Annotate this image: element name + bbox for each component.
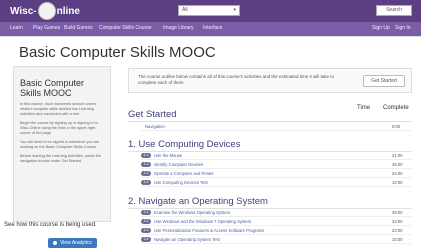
section-divider — [128, 121, 412, 122]
activity-link[interactable]: Identify Computer Devices — [154, 162, 203, 167]
sidebar-paragraph: Before starting the Learning Activities,… — [20, 154, 102, 163]
sidebar-paragraph: In this course, each numbered section co… — [20, 102, 97, 116]
course-intro-box: The course outline below contains all of… — [128, 68, 412, 93]
list-item[interactable]: Navigation 0:00 — [141, 123, 411, 131]
list-item[interactable]: 1.2 Identify Computer Devices 25:00 — [141, 161, 411, 169]
logo-text-right: nline — [56, 5, 80, 17]
activity-link[interactable]: Navigation — [145, 124, 165, 129]
time-column-header: Time — [357, 105, 371, 111]
sidebar-paragraph: Begin the course by signing up or signin… — [20, 121, 98, 135]
logo-badge-icon — [37, 2, 56, 20]
activity-link[interactable]: Operate a Computer and Printer — [154, 171, 214, 176]
section-title-navigate-operating-system: 2. Navigate an Operating System — [128, 196, 268, 207]
site-logo[interactable]: Wisc- nline — [10, 2, 80, 20]
view-analytics-label: View Analytics — [60, 240, 92, 246]
complete-column-header: Complete — [383, 105, 409, 111]
logo-text-left: Wisc- — [10, 5, 37, 17]
top-header: Wisc- nline All ▾ Search — [0, 0, 421, 22]
nav-learn[interactable]: Learn — [10, 25, 23, 31]
activity-number-badge: 1.1 — [141, 153, 151, 158]
activity-time: 10:00 — [392, 180, 403, 185]
activity-time: 22:00 — [392, 228, 403, 233]
list-item[interactable]: 1.1 Use the Mouse 21:00 — [141, 152, 411, 160]
activity-number-badge: 2.3 — [141, 228, 151, 233]
activity-time: 25:00 — [392, 162, 403, 167]
chevron-down-icon: ▾ — [233, 7, 236, 13]
section-title-get-started: Get Started — [128, 109, 177, 120]
intro-text: The course outline below contains all of… — [138, 74, 334, 85]
scope-select[interactable]: All ▾ — [178, 5, 240, 16]
sign-in-link[interactable]: Sign In — [395, 25, 411, 31]
analytics-icon — [53, 241, 58, 245]
activity-time: 26:00 — [392, 210, 403, 215]
list-item[interactable]: 1.4 Use Computing Devices Test 10:00 — [141, 179, 411, 187]
activity-number-badge: 2.4 — [141, 237, 151, 242]
activity-link[interactable]: Navigate an Operating System Test — [154, 237, 220, 242]
search-button[interactable]: Search — [376, 5, 412, 16]
activity-link[interactable]: Use Personalization Features & Access So… — [154, 228, 264, 233]
nav-interface[interactable]: Interface — [203, 25, 222, 31]
list-item[interactable]: 2.4 Navigate an Operating System Test 10… — [141, 236, 411, 244]
list-item[interactable]: 2.1 Examine the Windows Operating System… — [141, 209, 411, 217]
nav-computer-skills-course[interactable]: Computer Skills Course — [99, 25, 152, 31]
course-sidebar: Basic Computer Skills MOOC In this cours… — [13, 66, 111, 222]
activity-time: 33:00 — [392, 219, 403, 224]
sign-up-link[interactable]: Sign Up — [372, 25, 390, 31]
nav-image-library[interactable]: Image Library — [163, 25, 194, 31]
activity-link[interactable]: Examine the Windows Operating System — [154, 210, 230, 215]
list-item[interactable]: 1.3 Operate a Computer and Printer 24:00 — [141, 170, 411, 178]
activity-number-badge: 1.4 — [141, 180, 151, 185]
header-divider — [0, 36, 421, 37]
analytics-prompt: See how this course is being used. — [4, 222, 97, 228]
scope-select-value: All — [182, 7, 188, 13]
main-nav: Learn Play Games Build Games Computer Sk… — [0, 22, 421, 36]
activity-link[interactable]: Use the Mouse — [154, 153, 182, 158]
activity-number-badge: 2.2 — [141, 219, 151, 224]
activity-link[interactable]: Use Windows and the Windows 7 Operating … — [154, 219, 251, 224]
sidebar-paragraph: You will need to be signed in whenever y… — [20, 140, 100, 149]
sidebar-title: Basic Computer Skills MOOC — [20, 78, 85, 98]
activity-time: 21:00 — [392, 153, 403, 158]
activity-time: 10:00 — [392, 237, 403, 242]
activity-link[interactable]: Use Computing Devices Test — [154, 180, 208, 185]
section-title-use-computing-devices: 1. Use Computing Devices — [128, 139, 241, 150]
get-started-button[interactable]: Get Started — [363, 75, 405, 87]
nav-play-games[interactable]: Play Games — [33, 25, 60, 31]
list-item[interactable]: 2.2 Use Windows and the Windows 7 Operat… — [141, 218, 411, 226]
activity-number-badge: 1.2 — [141, 162, 151, 167]
activity-number-badge: 2.1 — [141, 210, 151, 215]
nav-build-games[interactable]: Build Games — [64, 25, 93, 31]
list-item[interactable]: 2.3 Use Personalization Features & Acces… — [141, 227, 411, 235]
activity-number-badge: 1.3 — [141, 171, 151, 176]
page-title: Basic Computer Skills MOOC — [19, 44, 216, 61]
view-analytics-button[interactable]: View Analytics — [48, 238, 97, 248]
activity-time: 0:00 — [392, 124, 401, 129]
activity-time: 24:00 — [392, 171, 403, 176]
